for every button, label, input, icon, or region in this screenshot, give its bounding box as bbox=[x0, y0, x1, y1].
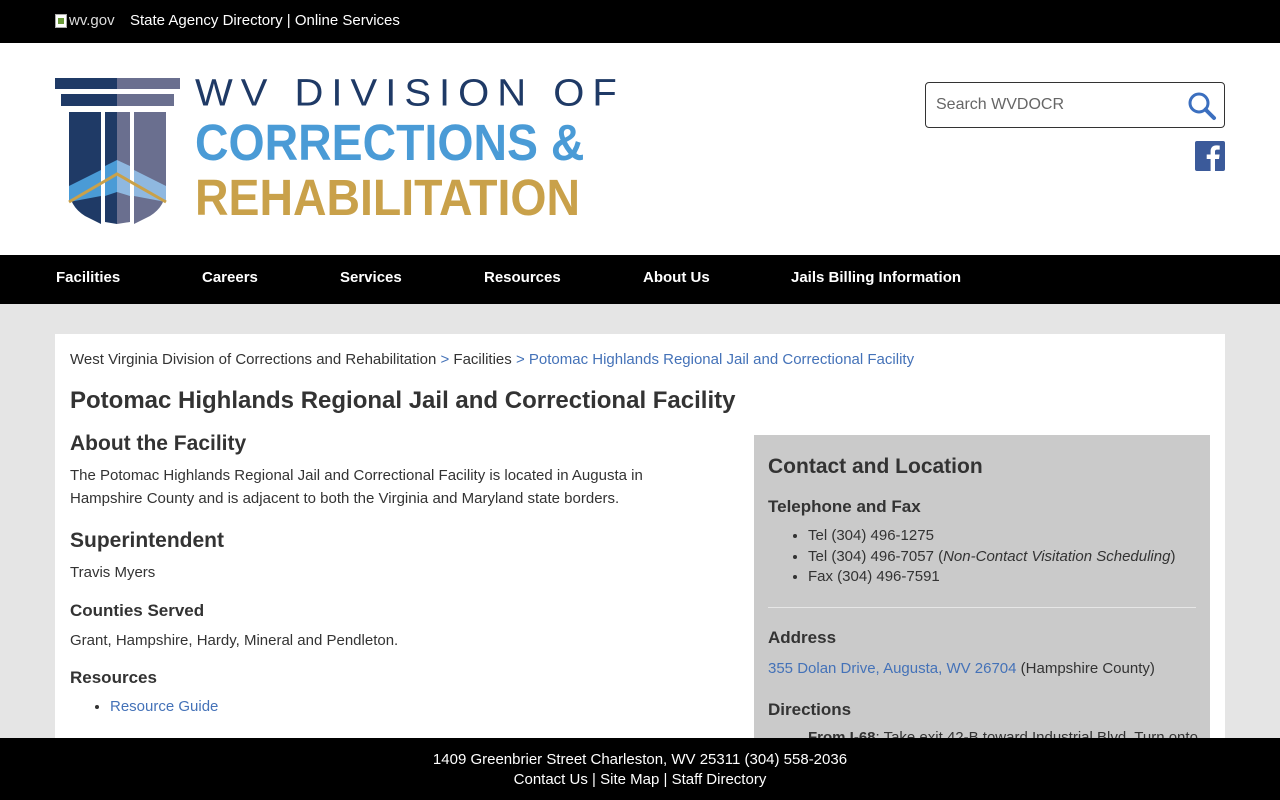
superintendent-heading: Superintendent bbox=[70, 529, 225, 552]
breadcrumb-separator: > bbox=[515, 351, 525, 368]
breadcrumb-separator: > bbox=[440, 351, 450, 368]
breadcrumb-facilities[interactable]: Facilities bbox=[453, 351, 511, 368]
directions-heading: Directions bbox=[768, 700, 852, 719]
resources-list: Resource Guide bbox=[70, 695, 710, 718]
tel-1: Tel (304) 496-1275 bbox=[808, 527, 934, 544]
main-content: West Virginia Division of Corrections an… bbox=[55, 334, 1225, 765]
breadcrumb-home[interactable]: West Virginia Division of Corrections an… bbox=[70, 351, 436, 368]
search-box bbox=[925, 82, 1225, 128]
address-county: (Hampshire County) bbox=[1020, 660, 1155, 677]
fax: Fax (304) 496-7591 bbox=[808, 568, 940, 585]
wvgov-logo[interactable]: wv.gov bbox=[55, 12, 115, 29]
tel-2-note: Non-Contact Visitation Scheduling bbox=[943, 547, 1171, 565]
wordmark-line-1: WV DIVISION OF bbox=[195, 72, 625, 114]
search-button[interactable] bbox=[1186, 90, 1218, 122]
footer-links: Contact Us | Site Map | Staff Directory bbox=[0, 771, 1280, 788]
nav-item-facilities[interactable]: Facilities bbox=[56, 269, 120, 286]
page-title: Potomac Highlands Regional Jail and Corr… bbox=[70, 387, 736, 414]
resources-heading: Resources bbox=[70, 668, 157, 687]
nav-item-resources[interactable]: Resources bbox=[484, 269, 561, 286]
counties-heading: Counties Served bbox=[70, 601, 205, 620]
address-map-link[interactable]: 355 Dolan Drive, Augusta, WV 26704 bbox=[768, 660, 1016, 677]
search-icon bbox=[1188, 92, 1216, 120]
tel-2: Tel (304) 496-7057 ( bbox=[808, 547, 944, 565]
phone-list: Tel (304) 496-1275 Tel (304) 496-7057 (N… bbox=[768, 526, 1196, 588]
footer-staff-directory-link[interactable]: Staff Directory bbox=[672, 771, 767, 788]
about-heading: About the Facility bbox=[70, 432, 247, 455]
about-text: The Potomac Highlands Regional Jail and … bbox=[70, 467, 643, 507]
wvdocr-shield-logo[interactable] bbox=[55, 78, 180, 224]
facebook-link[interactable] bbox=[1195, 141, 1225, 171]
list-item: Tel (304) 496-7057 (Non-Contact Visitati… bbox=[808, 547, 1196, 568]
online-services-link[interactable]: Online Services bbox=[295, 12, 400, 29]
state-agency-directory-link[interactable]: State Agency Directory bbox=[130, 12, 283, 29]
site-footer: 1409 Greenbrier Street Charleston, WV 25… bbox=[0, 738, 1280, 800]
top-bar: wv.gov State Agency Directory | Online S… bbox=[0, 0, 1280, 43]
footer-contact-us-link[interactable]: Contact Us bbox=[514, 771, 588, 788]
breadcrumb: West Virginia Division of Corrections an… bbox=[70, 351, 914, 368]
top-links: State Agency Directory | Online Services bbox=[130, 12, 400, 29]
nav-item-careers[interactable]: Careers bbox=[202, 269, 258, 286]
list-item: Resource Guide bbox=[110, 695, 710, 718]
facility-info: About the Facility The Potomac Highlands… bbox=[70, 432, 710, 718]
phone-heading: Telephone and Fax bbox=[768, 497, 921, 516]
counties-text: Grant, Hampshire, Hardy, Mineral and Pen… bbox=[70, 632, 399, 649]
superintendent-name: Travis Myers bbox=[70, 564, 156, 581]
broken-image-icon bbox=[55, 13, 67, 28]
list-item: Fax (304) 496-7591 bbox=[808, 567, 1196, 588]
search-input[interactable] bbox=[936, 93, 1176, 117]
breadcrumb-current: Potomac Highlands Regional Jail and Corr… bbox=[528, 351, 915, 368]
address-line: 355 Dolan Drive, Augusta, WV 26704 (Hamp… bbox=[768, 657, 1155, 680]
footer-address: 1409 Greenbrier Street Charleston, WV 25… bbox=[432, 751, 848, 768]
agency-wordmark[interactable]: WV DIVISION OF CORRECTIONS & REHABILITAT… bbox=[195, 71, 625, 225]
address-heading: Address bbox=[768, 628, 837, 647]
footer-separator: | bbox=[592, 771, 596, 788]
contact-heading: Contact and Location bbox=[768, 455, 983, 478]
wordmark-line-3: REHABILITATION bbox=[195, 169, 581, 226]
resource-guide-link[interactable]: Resource Guide bbox=[110, 698, 218, 715]
main-nav: Facilities Careers Services Resources Ab… bbox=[0, 255, 1280, 304]
footer-separator: | bbox=[663, 771, 668, 788]
tel-2-suffix: ) bbox=[1170, 547, 1176, 565]
top-links-separator: | bbox=[286, 12, 291, 29]
contact-sidebar: Contact and Location Telephone and Fax T… bbox=[754, 435, 1210, 765]
wordmark-line-2: CORRECTIONS & bbox=[195, 114, 585, 171]
facebook-icon bbox=[1206, 145, 1220, 171]
list-item: Tel (304) 496-1275 bbox=[808, 526, 1196, 547]
nav-item-about-us[interactable]: About Us bbox=[643, 269, 710, 286]
site-header: WV DIVISION OF CORRECTIONS & REHABILITAT… bbox=[0, 43, 1280, 255]
nav-item-jails-billing[interactable]: Jails Billing Information bbox=[791, 269, 961, 286]
footer-site-map-link[interactable]: Site Map bbox=[600, 771, 659, 788]
nav-item-services[interactable]: Services bbox=[340, 269, 402, 286]
wvgov-logo-alt: wv.gov bbox=[69, 12, 115, 29]
divider bbox=[768, 607, 1196, 608]
